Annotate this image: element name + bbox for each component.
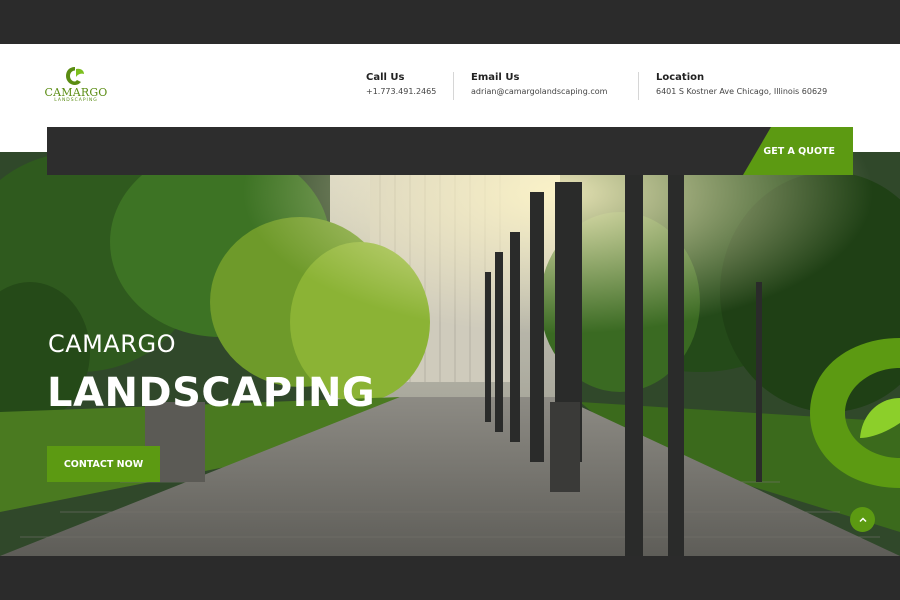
phone-link[interactable]: +1.773.491.2465 (366, 87, 436, 97)
main-navbar: GET A QUOTE (47, 127, 853, 175)
logo-tagline: LANDSCAPING (54, 98, 98, 103)
page: CAMARGO LANDSCAPING Call Us +1.773.491.2… (0, 0, 900, 600)
site-logo[interactable]: CAMARGO LANDSCAPING (44, 66, 108, 104)
header-email: Email Us adrian@camargolandscaping.com (471, 72, 607, 106)
chevron-up-icon (858, 516, 867, 522)
header-divider (638, 72, 639, 100)
leaf-c-logo-icon (66, 67, 84, 85)
header-location: Location 6401 S Kostner Ave Chicago, Ill… (656, 72, 827, 106)
scroll-to-top-button[interactable] (850, 507, 875, 532)
email-label: Email Us (471, 72, 520, 83)
bottom-frame (0, 556, 900, 600)
get-a-quote-button[interactable]: GET A QUOTE (743, 127, 853, 175)
location-address: 6401 S Kostner Ave Chicago, Illinois 606… (656, 87, 828, 96)
header-call: Call Us +1.773.491.2465 (366, 72, 436, 106)
hero-title-large: LANDSCAPING (47, 370, 376, 416)
email-link[interactable]: adrian@camargolandscaping.com (471, 87, 607, 97)
header-divider (453, 72, 454, 100)
contact-now-button[interactable]: CONTACT NOW (47, 446, 160, 482)
location-label: Location (656, 72, 705, 83)
hero-title-small: CAMARGO (48, 330, 176, 358)
top-frame (0, 0, 900, 44)
call-label: Call Us (366, 72, 405, 83)
decorative-leaf-shape (810, 338, 900, 488)
